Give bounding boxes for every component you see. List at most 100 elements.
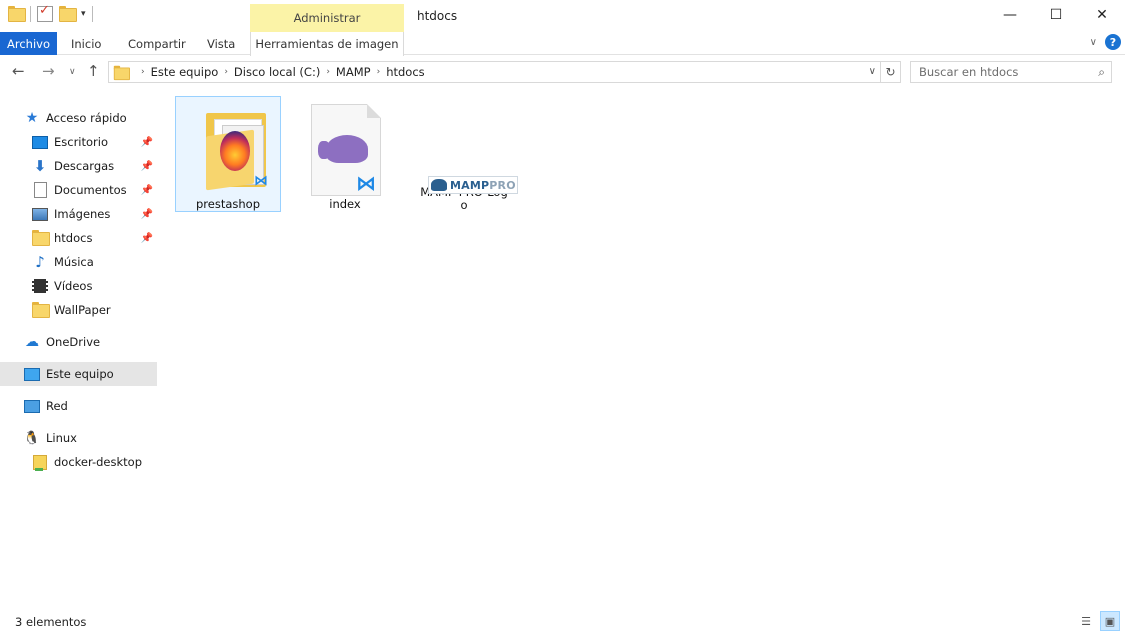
item-count: 3 elementos [15, 615, 87, 629]
videos-icon [32, 278, 48, 294]
toolbar-divider [30, 6, 31, 22]
php-elephant-icon [318, 135, 368, 163]
image-thumbnail: MAMPPRO [420, 102, 518, 194]
sidebar-item-docker-desktop[interactable]: docker-desktop [0, 450, 157, 474]
tab-archivo[interactable]: Archivo [0, 32, 57, 55]
sidebar-item-imagenes[interactable]: Imágenes 📌 [0, 202, 157, 226]
ribbon-right-controls: ∨ ? [1090, 34, 1121, 50]
sidebar-item-label: Acceso rápido [46, 111, 127, 125]
breadcrumb-este-equipo[interactable]: Este equipo [151, 65, 219, 79]
firefox-icon [220, 131, 250, 171]
mamp-pro-logo: MAMPPRO [428, 176, 518, 194]
address-bar[interactable]: › Este equipo › Disco local (C:) › MAMP … [108, 61, 881, 83]
address-dropdown-icon[interactable]: ∨ [869, 66, 876, 77]
sidebar-item-videos[interactable]: Vídeos [0, 274, 157, 298]
sidebar-item-escritorio[interactable]: Escritorio 📌 [0, 130, 157, 154]
elephant-icon [431, 179, 447, 191]
properties-icon[interactable] [37, 3, 53, 22]
breadcrumb-separator-icon[interactable]: › [141, 67, 145, 77]
up-arrow-icon[interactable]: ↑ [87, 62, 100, 80]
breadcrumb-htdocs[interactable]: htdocs [386, 65, 424, 79]
sidebar-item-label: Música [54, 255, 94, 269]
status-bar: 3 elementos ☰ ▣ [0, 610, 1125, 634]
minimize-button[interactable]: — [987, 0, 1033, 30]
file-list: ⋈ prestashop ⋈ index MAMPPRO MAMP-PRO-Lo… [165, 90, 1120, 600]
window-controls: — ☐ ✕ [987, 0, 1125, 30]
drive-icon [32, 454, 48, 471]
sidebar-item-label: OneDrive [46, 335, 101, 349]
vscode-icon: ⋈ [356, 171, 376, 195]
expand-ribbon-icon[interactable]: ∨ [1090, 37, 1097, 48]
window-title: htdocs [417, 9, 458, 23]
breadcrumb-separator-icon[interactable]: › [224, 67, 228, 77]
navigation-pane: ★ Acceso rápido Escritorio 📌 ⬇ Descargas… [0, 106, 158, 506]
forward-arrow-icon[interactable]: → [42, 62, 55, 80]
title-bar: ▾ Administrar htdocs — ☐ ✕ [0, 0, 1125, 32]
navigation-bar: ← → ∨ ↑ › Este equipo › Disco local (C:)… [0, 58, 1125, 86]
music-icon: ♪ [35, 253, 45, 271]
customize-toolbar-icon[interactable]: ▾ [81, 9, 86, 19]
search-icon[interactable]: ⌕ [1098, 65, 1105, 80]
cloud-icon: ☁ [25, 334, 39, 350]
breadcrumb-separator-icon[interactable]: › [377, 67, 381, 77]
file-item-mamp-pro-logo[interactable]: MAMPPRO MAMP-PRO-Logo [411, 96, 518, 212]
tab-vista[interactable]: Vista [207, 32, 235, 55]
tab-herramientas-de-imagen[interactable]: Herramientas de imagen [250, 32, 404, 56]
ribbon-tabs: Archivo Inicio Compartir Vista Herramien… [0, 32, 1125, 56]
details-view-icon[interactable]: ☰ [1076, 611, 1096, 631]
toolbar-divider [91, 6, 93, 22]
sidebar-item-label: Escritorio [54, 135, 109, 149]
recent-locations-icon[interactable]: ∨ [69, 67, 76, 77]
vscode-icon: ⋈ [254, 173, 268, 189]
sidebar-item-htdocs[interactable]: htdocs 📌 [0, 226, 157, 250]
sidebar-item-descargas[interactable]: ⬇ Descargas 📌 [0, 154, 157, 178]
search-box[interactable]: ⌕ [910, 61, 1112, 83]
sidebar-item-linux[interactable]: 🐧 Linux [0, 426, 157, 450]
file-name: prestashop [195, 197, 260, 211]
tab-compartir[interactable]: Compartir [128, 32, 186, 55]
folder-icon[interactable] [8, 6, 26, 22]
sidebar-item-documentos[interactable]: Documentos 📌 [0, 178, 157, 202]
sidebar-item-label: htdocs [54, 231, 93, 245]
linux-icon: 🐧 [23, 430, 41, 446]
sidebar-item-label: Documentos [54, 183, 127, 197]
context-tab-group: Administrar [250, 4, 404, 32]
file-item-prestashop[interactable]: ⋈ prestashop [175, 96, 281, 212]
pin-icon[interactable]: 📌 [141, 137, 153, 148]
documents-icon [32, 182, 48, 198]
file-name: index [329, 197, 361, 211]
breadcrumb-separator-icon[interactable]: › [326, 67, 330, 77]
maximize-button[interactable]: ☐ [1033, 0, 1079, 30]
file-item-index[interactable]: ⋈ index [292, 96, 398, 212]
desktop-icon [32, 134, 48, 150]
help-icon[interactable]: ? [1105, 34, 1121, 50]
sidebar-item-red[interactable]: Red [0, 394, 157, 418]
close-button[interactable]: ✕ [1079, 0, 1125, 30]
sidebar-item-label: Este equipo [46, 367, 114, 381]
folder-icon [32, 302, 50, 318]
breadcrumb-disco-local[interactable]: Disco local (C:) [234, 65, 320, 79]
view-switcher: ☰ ▣ [1076, 611, 1120, 631]
network-icon [24, 398, 40, 414]
pin-icon[interactable]: 📌 [141, 233, 153, 244]
refresh-icon[interactable]: ↻ [881, 61, 901, 83]
sidebar-item-acceso-rapido[interactable]: ★ Acceso rápido [0, 106, 157, 130]
sidebar-item-label: Linux [46, 431, 77, 445]
search-input[interactable] [919, 65, 1089, 79]
breadcrumb-mamp[interactable]: MAMP [336, 65, 371, 79]
pin-icon[interactable]: 📌 [141, 209, 153, 220]
new-folder-icon[interactable] [59, 6, 77, 22]
back-arrow-icon[interactable]: ← [12, 62, 25, 80]
computer-icon [24, 366, 40, 382]
sidebar-item-este-equipo[interactable]: Este equipo [0, 362, 157, 386]
sidebar-item-musica[interactable]: ♪ Música [0, 250, 157, 274]
folder-icon [32, 230, 50, 246]
sidebar-item-label: WallPaper [54, 303, 111, 317]
tab-inicio[interactable]: Inicio [71, 32, 101, 55]
pin-icon[interactable]: 📌 [141, 161, 153, 172]
large-icons-view-icon[interactable]: ▣ [1100, 611, 1120, 631]
pin-icon[interactable]: 📌 [141, 185, 153, 196]
sidebar-item-wallpaper[interactable]: WallPaper [0, 298, 157, 322]
sidebar-item-onedrive[interactable]: ☁ OneDrive [0, 330, 157, 354]
php-file-thumbnail: ⋈ [301, 102, 389, 196]
